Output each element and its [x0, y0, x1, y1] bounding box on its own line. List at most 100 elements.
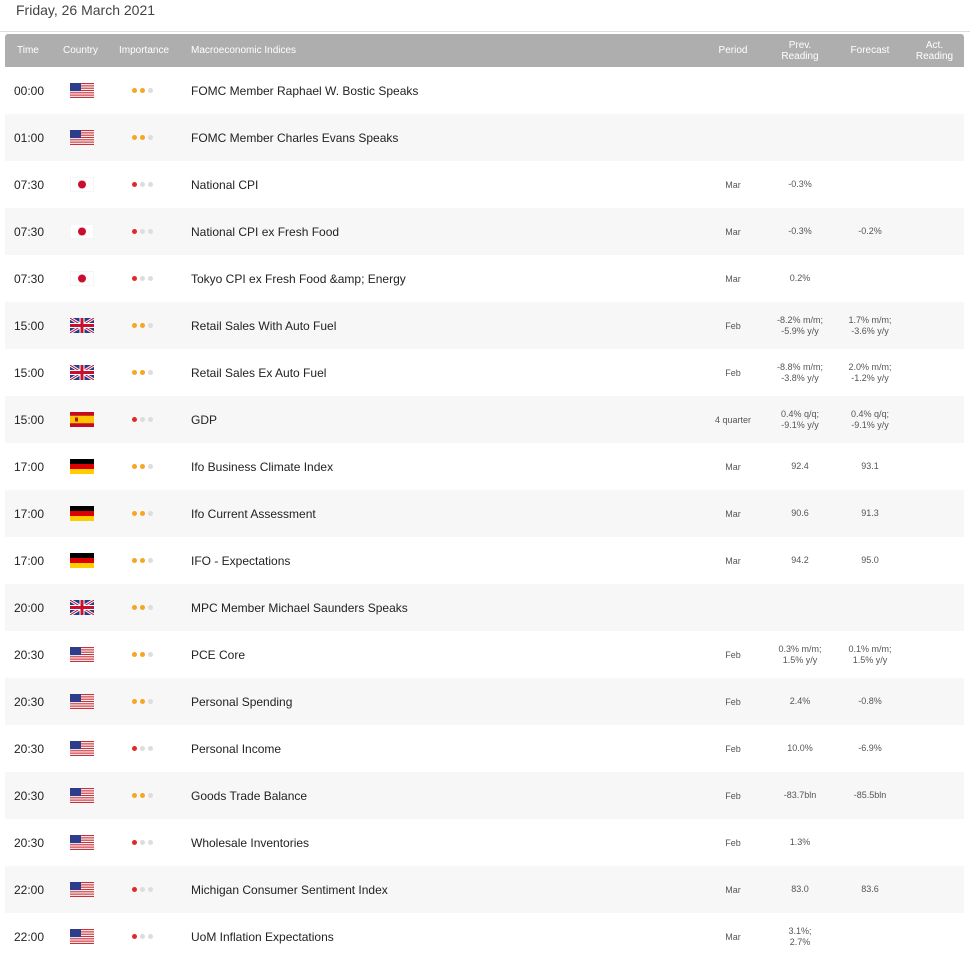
importance-indicator [132, 302, 156, 349]
event-name[interactable]: GDP [191, 396, 217, 443]
prev-reading-line: 2.7% [789, 936, 811, 947]
table-row[interactable]: 17:00 Ifo Business Climate Index Mar 92.4 93… [5, 443, 964, 490]
event-name[interactable]: PCE Core [191, 631, 245, 678]
forecast-reading-lines: 1.7% m/m; -3.6% y/y [848, 315, 891, 337]
col-prev-line2: Reading [781, 50, 819, 62]
forecast-reading [835, 161, 905, 208]
col-time[interactable]: Time [17, 34, 39, 67]
forecast-reading-lines: -6.9% [858, 743, 882, 754]
importance-dot-icon [148, 887, 153, 892]
actual-reading [905, 490, 964, 537]
col-forecast[interactable]: Forecast [835, 34, 905, 67]
table-row[interactable]: 17:00 IFO - Expectations Mar 94.2 95.0 [5, 537, 964, 584]
event-time: 22:00 [14, 882, 45, 897]
importance-dot-icon [140, 605, 145, 610]
col-prev-reading[interactable]: Prev. Reading [765, 34, 835, 67]
table-row[interactable]: 20:00 MPC Member Michael Saunders Speaks [5, 584, 964, 631]
event-name[interactable]: National CPI ex Fresh Food [191, 208, 339, 255]
event-name[interactable]: National CPI [191, 161, 258, 208]
prev-reading-lines: 2.4% [790, 696, 811, 707]
prev-reading: -8.8% m/m; -3.8% y/y [765, 349, 835, 396]
table-row[interactable]: 22:00 UoM Inflation Expectations Mar 3.1%; 2… [5, 913, 964, 960]
event-time: 22:00 [14, 929, 45, 944]
importance-indicator [132, 349, 156, 396]
table-row[interactable]: 07:30 National CPI Mar -0.3% [5, 161, 964, 208]
event-name[interactable]: Wholesale Inventories [191, 819, 309, 866]
table-row[interactable]: 01:00 FOMC Member Charles Evans Speaks [5, 114, 964, 161]
prev-reading: 94.2 [765, 537, 835, 584]
event-period: Mar [725, 884, 741, 895]
event-name[interactable]: Michigan Consumer Sentiment Index [191, 866, 388, 913]
col-period[interactable]: Period [695, 34, 771, 67]
col-importance[interactable]: Importance [119, 34, 169, 67]
importance-dot-icon [148, 934, 153, 939]
table-row[interactable]: 07:30 Tokyo CPI ex Fresh Food &amp; Energ… [5, 255, 964, 302]
event-name[interactable]: FOMC Member Raphael W. Bostic Speaks [191, 67, 418, 114]
importance-indicator [132, 584, 156, 631]
col-actual-reading[interactable]: Act. Reading [905, 34, 964, 67]
forecast-reading-line: 1.7% m/m; [848, 314, 892, 325]
event-time: 20:30 [14, 835, 45, 850]
col-indices[interactable]: Macroeconomic Indices [191, 34, 296, 67]
col-actual-line2: Reading [915, 50, 954, 62]
table-row[interactable]: 15:00 Retail Sales With Auto Fuel Feb -8.2%… [5, 302, 964, 349]
event-name[interactable]: Retail Sales With Auto Fuel [191, 302, 336, 349]
prev-reading: 83.0 [765, 866, 835, 913]
event-name[interactable]: Ifo Current Assessment [191, 490, 316, 537]
event-name[interactable]: Tokyo CPI ex Fresh Food &amp; Energy [191, 255, 406, 302]
germany-flag-icon [69, 443, 95, 490]
importance-indicator [132, 161, 156, 208]
prev-reading-lines: -8.8% m/m; -3.8% y/y [777, 362, 823, 384]
event-name[interactable]: MPC Member Michael Saunders Speaks [191, 584, 408, 631]
event-name[interactable]: Personal Income [191, 725, 281, 772]
forecast-reading: 0.4% q/q; -9.1% y/y [835, 396, 905, 443]
table-row[interactable]: 15:00 Retail Sales Ex Auto Fuel Feb -8.8% m… [5, 349, 964, 396]
importance-dot-icon [148, 840, 153, 845]
event-period [695, 584, 771, 631]
event-name[interactable]: Personal Spending [191, 678, 292, 725]
importance-dot-icon [148, 605, 153, 610]
table-row[interactable]: 17:00 Ifo Current Assessment Mar 90.6 91.3 [5, 490, 964, 537]
forecast-reading-lines: 0.4% q/q; -9.1% y/y [851, 409, 889, 431]
table-row[interactable]: 20:30 Personal Spending Feb 2.4% -0.8% [5, 678, 964, 725]
prev-reading-line: 10.0% [787, 743, 813, 753]
event-name[interactable]: Retail Sales Ex Auto Fuel [191, 349, 326, 396]
prev-reading: 10.0% [765, 725, 835, 772]
prev-reading-lines: 92.4 [791, 461, 809, 472]
prev-reading-lines: 90.6 [791, 508, 809, 519]
table-row[interactable]: 07:30 National CPI ex Fresh Food Mar -0.3% -… [5, 208, 964, 255]
event-time: 20:30 [14, 741, 45, 756]
table-row[interactable]: 20:30 Wholesale Inventories Feb 1.3% [5, 819, 964, 866]
table-row[interactable]: 20:30 Personal Income Feb 10.0% -6.9% [5, 725, 964, 772]
table-row[interactable]: 20:30 Goods Trade Balance Feb -83.7bln -85.5… [5, 772, 964, 819]
event-name[interactable]: IFO - Expectations [191, 537, 290, 584]
forecast-reading: 93.1 [835, 443, 905, 490]
importance-dot-icon [140, 88, 145, 93]
importance-dot-icon [140, 511, 145, 516]
importance-dot-icon [148, 699, 153, 704]
prev-reading-lines: 94.2 [791, 555, 809, 566]
importance-dot-icon [148, 652, 153, 657]
actual-reading [905, 537, 964, 584]
importance-dot-icon [132, 417, 137, 422]
prev-reading-line: -83.7bln [783, 790, 817, 800]
table-row[interactable]: 20:30 PCE Core Feb 0.3% m/m; 1.5% y/y 0.1% m/… [5, 631, 964, 678]
prev-reading-line: -5.9% y/y [781, 325, 819, 336]
table-row[interactable]: 15:00 GDP 4 quarter 0.4% q/q; -9.1% y/y 0.4% … [5, 396, 964, 443]
event-name[interactable]: UoM Inflation Expectations [191, 913, 334, 960]
prev-reading-lines: -8.2% m/m; -5.9% y/y [777, 315, 823, 337]
event-period: Feb [725, 790, 741, 801]
importance-dot-icon [132, 276, 137, 281]
actual-reading [905, 255, 964, 302]
japan-flag-icon [69, 255, 95, 302]
importance-dot-icon [132, 464, 137, 469]
event-name[interactable]: FOMC Member Charles Evans Speaks [191, 114, 398, 161]
event-name[interactable]: Ifo Business Climate Index [191, 443, 333, 490]
col-country[interactable]: Country [63, 34, 98, 67]
forecast-reading-lines: 93.1 [861, 461, 879, 472]
germany-flag-icon [69, 537, 95, 584]
event-time: 01:00 [14, 130, 45, 145]
table-row[interactable]: 00:00 FOMC Member Raphael W. Bostic Speak… [5, 67, 964, 114]
event-name[interactable]: Goods Trade Balance [191, 772, 307, 819]
table-row[interactable]: 22:00 Michigan Consumer Sentiment Index Ma… [5, 866, 964, 913]
